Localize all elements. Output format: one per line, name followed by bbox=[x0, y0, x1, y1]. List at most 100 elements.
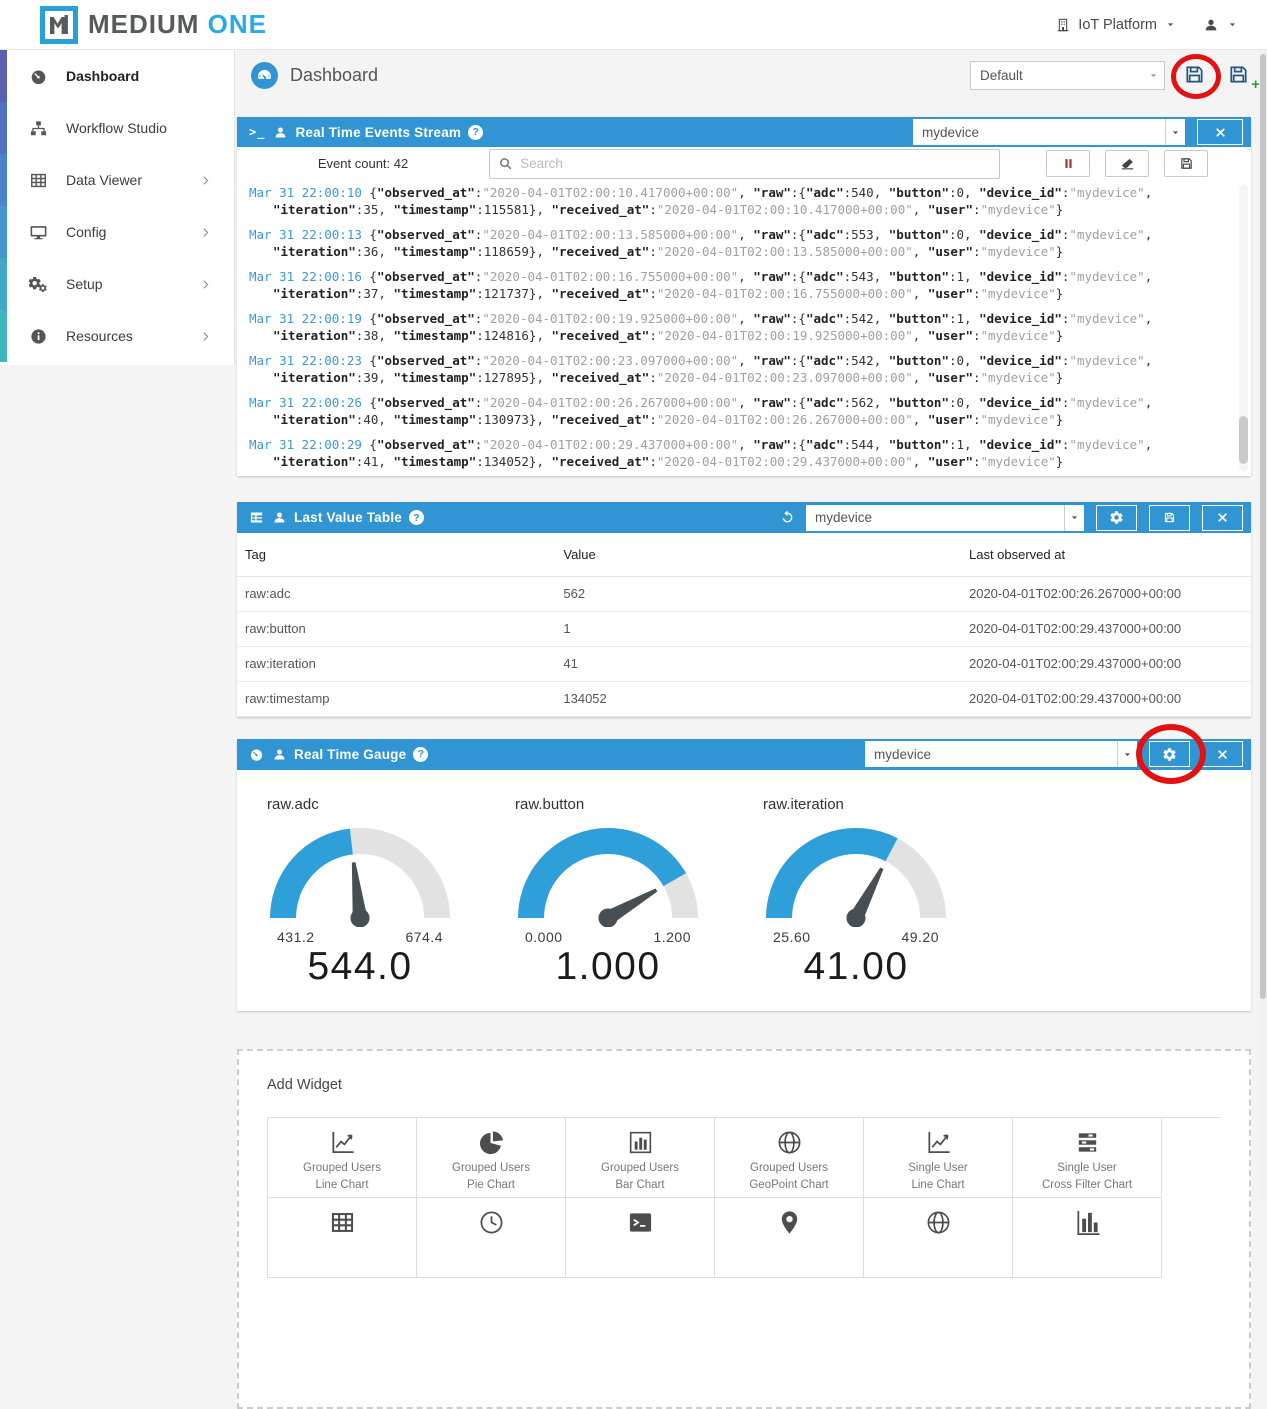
tile-label-line2: Line Chart bbox=[911, 1179, 964, 1191]
main-content: Dashboard Default + >_ Real Time Events … bbox=[235, 50, 1267, 1201]
add-widget-tile-line-chart[interactable]: Grouped Users Line Chart bbox=[268, 1118, 417, 1198]
platform-menu[interactable]: IoT Platform bbox=[1055, 17, 1177, 33]
table-icon bbox=[249, 510, 264, 525]
add-widget-tile[interactable] bbox=[268, 1198, 417, 1278]
add-widget-tile[interactable] bbox=[566, 1198, 715, 1278]
chevron-right-icon bbox=[199, 278, 212, 291]
user-icon bbox=[272, 510, 287, 525]
platform-label: IoT Platform bbox=[1078, 17, 1157, 33]
table-cell: raw:iteration bbox=[237, 646, 555, 681]
tile-label-line1: Grouped Users bbox=[452, 1162, 530, 1174]
dashboard-preset-select[interactable]: Default bbox=[970, 61, 1165, 90]
close-widget-button[interactable] bbox=[1202, 505, 1243, 531]
gauge-icon bbox=[29, 67, 48, 86]
log-scrollbar[interactable] bbox=[1239, 184, 1248, 472]
gauge-value: 544.0 bbox=[265, 945, 455, 989]
column-header: Tag bbox=[237, 533, 555, 576]
lvt-settings-button[interactable] bbox=[1096, 505, 1137, 531]
refresh-icon[interactable] bbox=[779, 509, 796, 526]
gauge-arc bbox=[265, 823, 505, 927]
save-dashboard-button[interactable] bbox=[1183, 63, 1209, 89]
gauge-min-max: 431.2 674.4 bbox=[265, 929, 455, 945]
gauge-arc bbox=[761, 823, 1001, 927]
search-box bbox=[489, 149, 1000, 179]
add-widget-tile[interactable] bbox=[864, 1198, 1013, 1278]
chevron-right-icon bbox=[199, 330, 212, 343]
close-widget-button[interactable] bbox=[1202, 741, 1243, 767]
table-cell: 2020-04-01T02:00:26.267000+00:00 bbox=[961, 576, 1251, 611]
sidebar-item-workflow-studio[interactable]: Workflow Studio bbox=[0, 102, 234, 154]
add-widget-tile-bar-chart[interactable]: Grouped UsersBar Chart bbox=[566, 1118, 715, 1198]
search-icon bbox=[498, 156, 513, 171]
save-icon bbox=[1179, 156, 1194, 171]
widget-title: Real Time Events Stream bbox=[295, 125, 461, 140]
close-icon bbox=[1216, 511, 1229, 524]
gears-icon bbox=[29, 275, 48, 294]
table-row: raw:adc5622020-04-01T02:00:26.267000+00:… bbox=[237, 576, 1251, 611]
eraser-icon bbox=[1120, 156, 1135, 171]
search-input[interactable] bbox=[520, 156, 991, 171]
gauge-max-label: 49.20 bbox=[901, 929, 939, 945]
table-cell: 134052 bbox=[555, 681, 961, 716]
lvt-save-button[interactable] bbox=[1149, 505, 1190, 531]
sidebar-item-data-viewer[interactable]: Data Viewer bbox=[0, 154, 234, 206]
close-icon bbox=[1214, 126, 1227, 139]
preset-value: Default bbox=[980, 68, 1023, 83]
add-widget-tile-pie-chart[interactable]: Grouped UsersPie Chart bbox=[417, 1118, 566, 1198]
save-stream-button[interactable] bbox=[1164, 150, 1208, 177]
page-scrollbar[interactable] bbox=[1259, 50, 1267, 1201]
add-widget-tile[interactable] bbox=[1013, 1198, 1162, 1278]
add-widget-tile-cross-filter-chart[interactable]: Single UserCross Filter Chart bbox=[1013, 1118, 1162, 1198]
tile-label-line2: Line Chart bbox=[315, 1179, 368, 1191]
medium-one-logo: MEDIUM ONE bbox=[40, 6, 267, 44]
lvt-device-select[interactable]: mydevice bbox=[806, 505, 1084, 531]
real-time-gauge-widget: Real Time Gauge ? mydevice raw.adc431.26… bbox=[237, 739, 1251, 1011]
gauge-max-label: 674.4 bbox=[405, 929, 443, 945]
pause-stream-button[interactable] bbox=[1046, 150, 1090, 177]
device-value: mydevice bbox=[874, 747, 931, 762]
tile-label-line2: Bar Chart bbox=[615, 1179, 664, 1191]
gauge-min-label: 431.2 bbox=[277, 929, 315, 945]
pause-icon bbox=[1061, 156, 1076, 171]
tile-label-line1: Grouped Users bbox=[750, 1162, 828, 1174]
chevron-down-icon bbox=[1068, 511, 1081, 524]
sidebar-item-label: Workflow Studio bbox=[66, 120, 167, 136]
table-cell: 2020-04-01T02:00:29.437000+00:00 bbox=[961, 646, 1251, 681]
tile-label-line2: Cross Filter Chart bbox=[1042, 1179, 1132, 1191]
clock-icon bbox=[478, 1209, 505, 1236]
gauge-value: 1.000 bbox=[513, 945, 703, 989]
chevron-down-icon bbox=[1169, 126, 1182, 139]
sidebar-item-config[interactable]: Config bbox=[0, 206, 234, 258]
save-as-new-dashboard-button[interactable]: + bbox=[1227, 63, 1253, 89]
user-menu[interactable] bbox=[1203, 17, 1239, 33]
chevron-down-icon bbox=[1121, 748, 1134, 761]
add-widget-tile[interactable] bbox=[715, 1198, 864, 1278]
add-widget-tile[interactable] bbox=[417, 1198, 566, 1278]
gauge-value: 41.00 bbox=[761, 945, 951, 989]
table-cell: raw:button bbox=[237, 611, 555, 646]
add-widget-tile-line-chart[interactable]: Single UserLine Chart bbox=[864, 1118, 1013, 1198]
chevron-down-icon bbox=[1164, 18, 1177, 31]
clear-stream-button[interactable] bbox=[1105, 150, 1149, 177]
page-title: Dashboard bbox=[290, 65, 378, 86]
gauge-body: raw.adc431.2674.4544.0raw.button0.0001.2… bbox=[237, 770, 1251, 1011]
sidebar-accent-strip bbox=[0, 102, 7, 154]
chevron-down-icon bbox=[1226, 18, 1239, 31]
gauge-settings-button[interactable] bbox=[1149, 741, 1190, 767]
sidebar-item-resources[interactable]: Resources bbox=[0, 310, 234, 362]
close-widget-button[interactable] bbox=[1197, 119, 1243, 145]
add-widget-panel: Add Widget Grouped UsersLine ChartGroupe… bbox=[237, 1049, 1251, 1409]
stream-device-select[interactable]: mydevice bbox=[913, 119, 1185, 145]
gauge-raw.button: raw.button0.0001.2001.000 bbox=[513, 796, 753, 1011]
help-icon[interactable]: ? bbox=[468, 125, 483, 140]
help-icon[interactable]: ? bbox=[413, 747, 428, 762]
add-widget-tile-geopoint-chart[interactable]: Grouped UsersGeoPoint Chart bbox=[715, 1118, 864, 1198]
gauge-device-select[interactable]: mydevice bbox=[865, 741, 1137, 767]
stream-entry: Mar 31 22:00:23 {"observed_at":"2020-04-… bbox=[249, 353, 1225, 386]
gauge-icon bbox=[249, 747, 264, 762]
sidebar-item-setup[interactable]: Setup bbox=[0, 258, 234, 310]
sidebar-item-dashboard[interactable]: Dashboard bbox=[0, 50, 234, 102]
help-icon[interactable]: ? bbox=[409, 510, 424, 525]
tile-label-line1: Grouped Users bbox=[303, 1162, 381, 1174]
bar-chart-icon bbox=[627, 1129, 654, 1156]
